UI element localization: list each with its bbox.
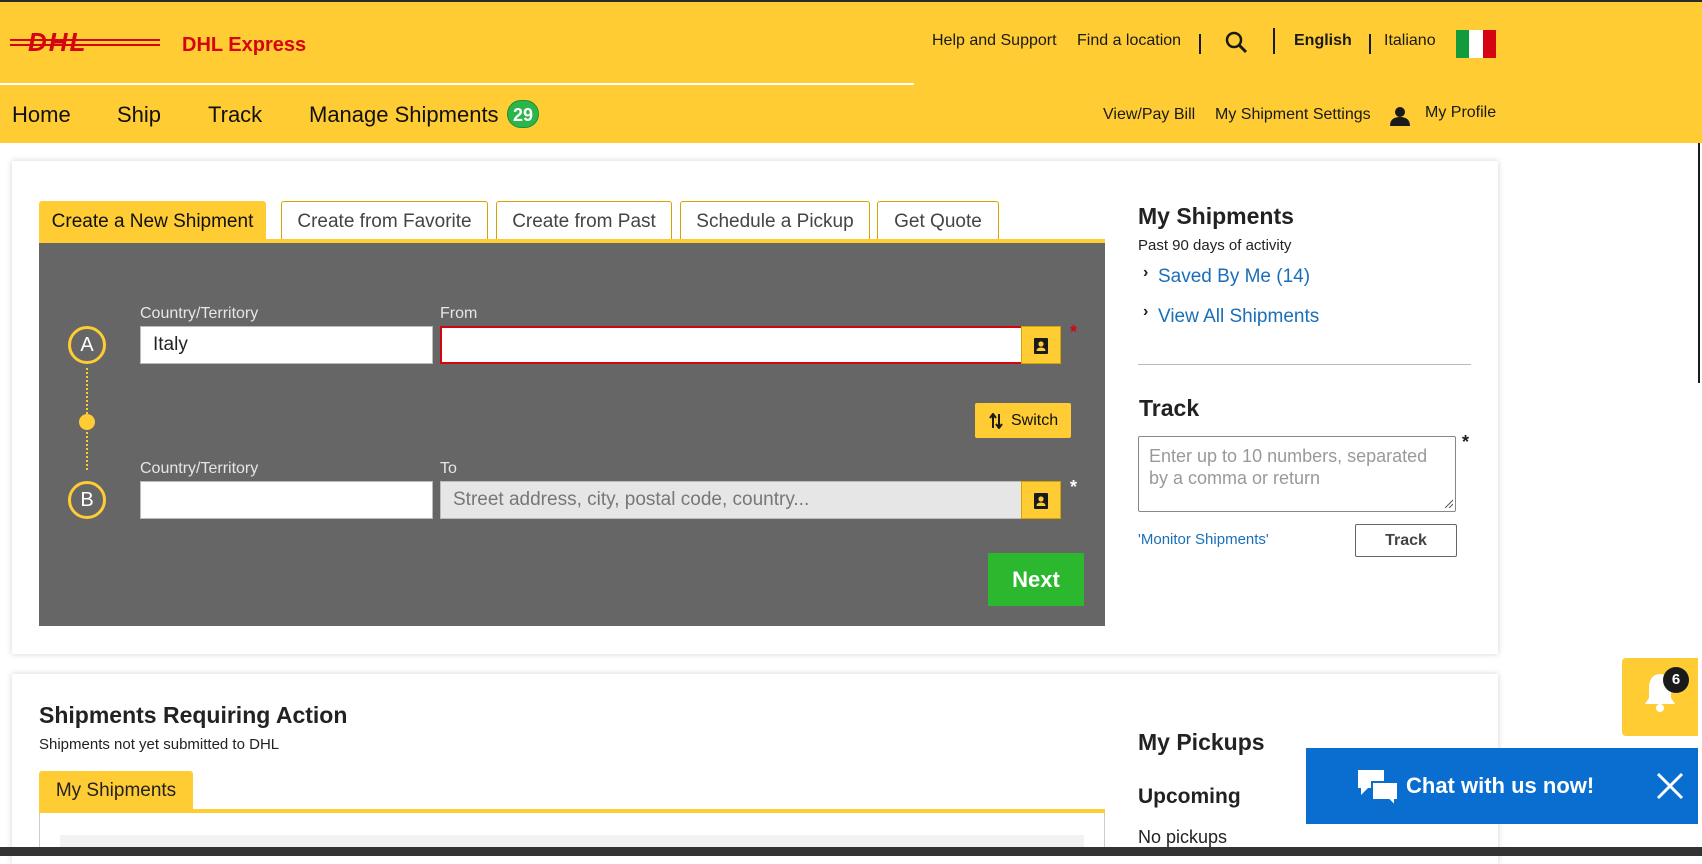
route-line [86, 432, 88, 470]
chat-widget[interactable]: Chat with us now! [1306, 748, 1698, 824]
switch-label: Switch [1011, 412, 1059, 429]
notification-count-badge: 6 [1663, 667, 1689, 693]
chat-label: Chat with us now! [1406, 773, 1595, 798]
my-profile-link[interactable]: My Profile [1425, 104, 1496, 122]
to-address-book-button[interactable] [1021, 481, 1061, 519]
help-support-link[interactable]: Help and Support [932, 32, 1057, 50]
svg-text:DHL: DHL [28, 30, 87, 56]
search-icon[interactable] [1224, 30, 1248, 54]
tab-create-from-favorite[interactable]: Create from Favorite [281, 201, 488, 242]
requiring-action-subtitle: Shipments not yet submitted to DHL [39, 736, 280, 753]
swap-icon [989, 413, 1003, 429]
to-address-input[interactable]: Street address, city, postal code, count… [440, 481, 1024, 519]
from-address-book-button[interactable] [1021, 326, 1061, 364]
notifications-button[interactable] [1622, 658, 1698, 736]
dest-country-input[interactable] [140, 481, 433, 519]
monitor-shipments-link[interactable]: 'Monitor Shipments' [1138, 531, 1269, 548]
saved-by-me-link[interactable]: Saved By Me (14) [1158, 266, 1310, 288]
destination-marker: B [68, 481, 106, 519]
tab-create-new-shipment[interactable]: Create a New Shipment [39, 201, 266, 242]
scrollbar[interactable] [1698, 143, 1700, 383]
tracking-number-input[interactable]: Enter up to 10 numbers, separated by a c… [1138, 436, 1456, 512]
next-button[interactable]: Next [988, 553, 1084, 606]
view-pay-bill-link[interactable]: View/Pay Bill [1103, 106, 1195, 124]
separator [1273, 28, 1275, 54]
language-english[interactable]: English [1294, 32, 1352, 50]
address-book-icon [1034, 493, 1048, 509]
dhl-logo-mark: DHL [10, 30, 160, 56]
origin-marker: A [68, 326, 106, 364]
tab-get-quote[interactable]: Get Quote [877, 201, 999, 242]
tab-schedule-pickup[interactable]: Schedule a Pickup [680, 201, 870, 242]
origin-country-label: Country/Territory [140, 305, 259, 322]
taskbar [0, 847, 1702, 856]
route-line [86, 368, 88, 414]
language-italiano[interactable]: Italiano [1384, 32, 1436, 50]
tab-create-from-past[interactable]: Create from Past [496, 201, 672, 242]
nav-track[interactable]: Track [208, 102, 262, 128]
find-location-link[interactable]: Find a location [1077, 32, 1181, 50]
chat-bubbles-icon [1358, 770, 1399, 806]
nav-ship[interactable]: Ship [117, 102, 161, 128]
user-icon [1390, 107, 1410, 126]
nav-home[interactable]: Home [12, 102, 71, 128]
header-divider [0, 83, 914, 85]
dest-country-label: Country/Territory [140, 460, 259, 477]
from-address-input[interactable] [440, 326, 1024, 364]
origin-country-input[interactable]: Italy [140, 326, 433, 364]
my-shipments-subtitle: Past 90 days of activity [1138, 237, 1292, 254]
no-pickups-text: No pickups [1138, 827, 1228, 847]
shipment-form-panel [39, 243, 1105, 626]
from-label: From [440, 305, 478, 322]
separator [1369, 34, 1371, 54]
upcoming-pickups-heading: Upcoming [1138, 785, 1241, 808]
my-shipments-title: My Shipments [1138, 203, 1294, 229]
tab-my-shipments[interactable]: My Shipments [39, 771, 193, 811]
resize-handle-icon[interactable] [1443, 498, 1453, 508]
track-title: Track [1139, 395, 1200, 421]
chevron-right-icon: › [1143, 264, 1149, 281]
chevron-right-icon: › [1143, 303, 1149, 320]
to-label: To [440, 460, 457, 477]
shipment-settings-link[interactable]: My Shipment Settings [1215, 106, 1371, 124]
required-indicator: * [1070, 477, 1078, 497]
requiring-action-title: Shipments Requiring Action [39, 702, 348, 728]
manage-shipments-count-badge: 29 [507, 100, 539, 128]
my-pickups-title: My Pickups [1138, 729, 1265, 755]
address-book-icon [1034, 338, 1048, 354]
separator [1199, 34, 1201, 54]
product-name: DHL Express [182, 34, 307, 56]
header: DHL DHL Express Help and Support Find a … [0, 0, 1702, 143]
switch-button[interactable]: Switch [975, 403, 1071, 438]
required-indicator: * [1462, 432, 1470, 452]
close-icon[interactable] [1656, 772, 1684, 800]
route-dot [79, 414, 95, 430]
view-all-shipments-link[interactable]: View All Shipments [1158, 306, 1319, 328]
section-divider [1138, 364, 1471, 365]
required-indicator: * [1070, 322, 1078, 342]
nav-manage-shipments[interactable]: Manage Shipments [309, 102, 499, 128]
track-button[interactable]: Track [1355, 524, 1457, 557]
italy-flag-icon[interactable] [1456, 30, 1496, 58]
